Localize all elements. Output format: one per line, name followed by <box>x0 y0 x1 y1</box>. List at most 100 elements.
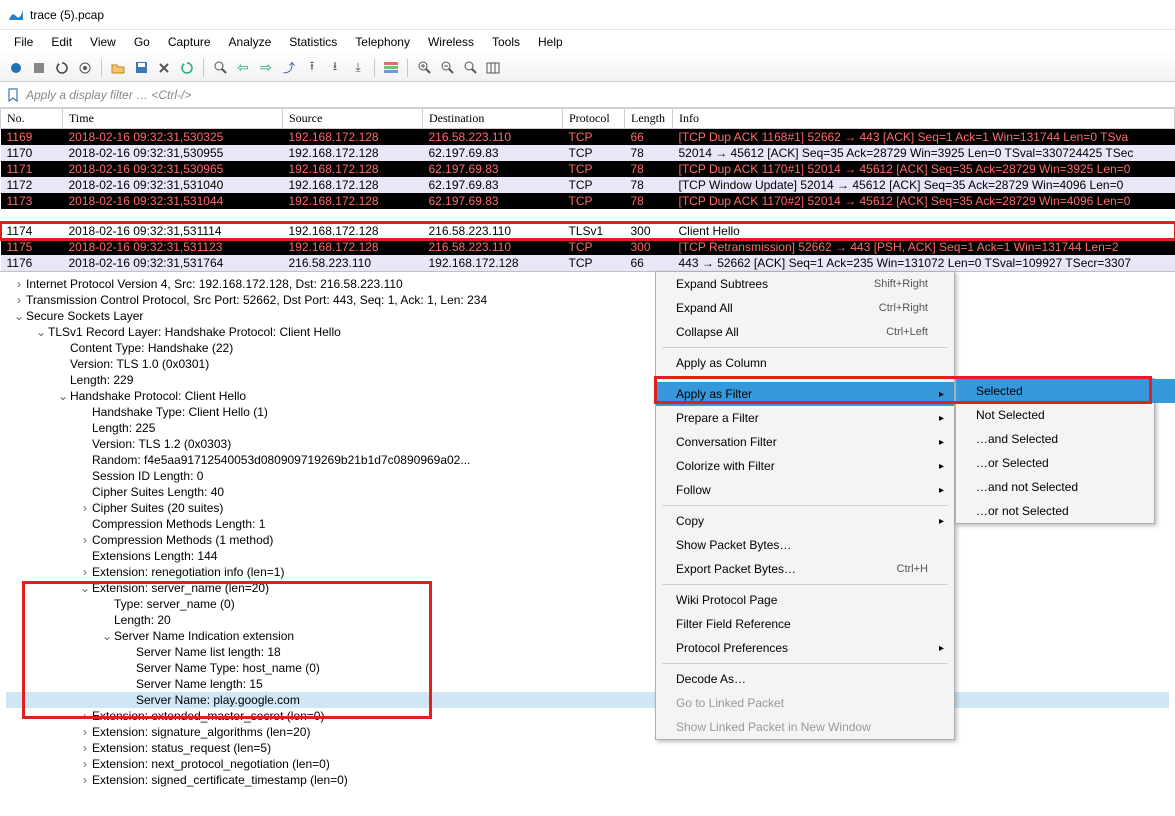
detail-line[interactable]: ›Extension: extended_master_secret (len=… <box>6 708 1169 724</box>
detail-line[interactable]: ⌄TLSv1 Record Layer: Handshake Protocol:… <box>6 324 1169 340</box>
find-packet-icon[interactable] <box>210 58 230 78</box>
menu-edit[interactable]: Edit <box>43 33 80 51</box>
detail-line[interactable]: ›Compression Methods (1 method) <box>6 532 1169 548</box>
menu-view[interactable]: View <box>82 33 124 51</box>
zoom-out-icon[interactable] <box>437 58 457 78</box>
capture-options-icon[interactable] <box>75 58 95 78</box>
packet-row[interactable]: 11742018-02-16 09:32:31,531114192.168.17… <box>1 223 1175 239</box>
column-header[interactable]: Protocol <box>563 109 625 129</box>
column-header[interactable]: Length <box>625 109 673 129</box>
menu-apply-as-filter[interactable]: Apply as Filter <box>656 382 954 406</box>
menu-wireless[interactable]: Wireless <box>420 33 482 51</box>
submenu-item[interactable]: …and not Selected <box>956 475 1175 499</box>
submenu-item[interactable]: Not Selected <box>956 403 1175 427</box>
detail-line[interactable]: ›Extension: status_request (len=5) <box>6 740 1169 756</box>
packet-row[interactable]: 11692018-02-16 09:32:31,530325192.168.17… <box>1 129 1175 146</box>
zoom-reset-icon[interactable] <box>460 58 480 78</box>
submenu-item[interactable]: Selected <box>956 379 1175 403</box>
filter-bookmark-icon[interactable] <box>4 86 22 104</box>
menu-go-linked-packet[interactable]: Go to Linked Packet <box>656 691 954 715</box>
column-header[interactable]: No. <box>1 109 63 129</box>
save-file-icon[interactable] <box>131 58 151 78</box>
detail-line[interactable]: Type: server_name (0) <box>6 596 1169 612</box>
zoom-in-icon[interactable] <box>414 58 434 78</box>
menu-export-packet-bytes[interactable]: Export Packet Bytes…Ctrl+H <box>656 557 954 581</box>
detail-line[interactable]: Version: TLS 1.0 (0x0301) <box>6 356 1169 372</box>
menu-file[interactable]: File <box>6 33 41 51</box>
colorize-packets-icon[interactable] <box>381 58 401 78</box>
detail-line[interactable]: Server Name Type: host_name (0) <box>6 660 1169 676</box>
menu-item[interactable]: Expand AllCtrl+Right <box>656 296 954 320</box>
detail-line[interactable]: ⌄Extension: server_name (len=20) <box>6 580 1169 596</box>
context-menu[interactable]: Expand SubtreesShift+RightExpand AllCtrl… <box>655 271 955 740</box>
menu-colorize-with-filter[interactable]: Colorize with Filter <box>656 454 954 478</box>
menu-item[interactable]: Expand SubtreesShift+Right <box>656 272 954 296</box>
detail-line[interactable]: ›Internet Protocol Version 4, Src: 192.1… <box>6 276 1169 292</box>
packet-row[interactable]: 11752018-02-16 09:32:31,531123192.168.17… <box>1 239 1175 255</box>
menu-apply-as-column[interactable]: Apply as Column <box>656 351 954 375</box>
menu-item[interactable]: Collapse AllCtrl+Left <box>656 320 954 344</box>
menu-follow[interactable]: Follow <box>656 478 954 502</box>
detail-line[interactable]: ›Extension: signed_certificate_timestamp… <box>6 772 1169 788</box>
go-back-icon[interactable]: ⇦ <box>233 58 253 78</box>
reload-icon[interactable] <box>177 58 197 78</box>
submenu-item[interactable]: …and Selected <box>956 427 1175 451</box>
menu-conversation-filter[interactable]: Conversation Filter <box>656 430 954 454</box>
detail-line[interactable]: ›Extension: next_protocol_negotiation (l… <box>6 756 1169 772</box>
apply-as-filter-submenu[interactable]: SelectedNot Selected…and Selected…or Sel… <box>955 378 1155 524</box>
detail-line[interactable]: ›Extension: signature_algorithms (len=20… <box>6 724 1169 740</box>
menu-prepare-filter[interactable]: Prepare a Filter <box>656 406 954 430</box>
detail-line[interactable]: Content Type: Handshake (22) <box>6 340 1169 356</box>
packet-row[interactable]: 11712018-02-16 09:32:31,530965192.168.17… <box>1 161 1175 177</box>
menu-go[interactable]: Go <box>126 33 158 51</box>
start-capture-icon[interactable] <box>6 58 26 78</box>
detail-line[interactable]: Extensions Length: 144 <box>6 548 1169 564</box>
packet-row[interactable]: 11722018-02-16 09:32:31,531040192.168.17… <box>1 177 1175 193</box>
go-to-packet-icon[interactable]: ⤴ <box>279 58 299 78</box>
packet-row[interactable]: 11762018-02-16 09:32:31,531764216.58.223… <box>1 255 1175 271</box>
detail-line[interactable]: ⌄Secure Sockets Layer <box>6 308 1169 324</box>
menu-statistics[interactable]: Statistics <box>281 33 345 51</box>
menu-show-linked-window[interactable]: Show Linked Packet in New Window <box>656 715 954 739</box>
restart-capture-icon[interactable] <box>52 58 72 78</box>
menu-field-reference[interactable]: Filter Field Reference <box>656 612 954 636</box>
auto-scroll-icon[interactable]: ⤓ <box>348 58 368 78</box>
menu-protocol-preferences[interactable]: Protocol Preferences <box>656 636 954 660</box>
display-filter-bar <box>0 82 1175 108</box>
menu-telephony[interactable]: Telephony <box>347 33 418 51</box>
menu-decode-as[interactable]: Decode As… <box>656 667 954 691</box>
menu-wiki-page[interactable]: Wiki Protocol Page <box>656 588 954 612</box>
menu-copy[interactable]: Copy <box>656 509 954 533</box>
column-header[interactable]: Info <box>673 109 1175 129</box>
detail-line[interactable]: ›Transmission Control Protocol, Src Port… <box>6 292 1169 308</box>
detail-line[interactable]: ›Extension: renegotiation info (len=1) <box>6 564 1169 580</box>
detail-line[interactable]: ⌄Server Name Indication extension <box>6 628 1169 644</box>
wireshark-icon <box>8 7 24 23</box>
column-header[interactable]: Source <box>283 109 423 129</box>
packet-details-pane[interactable]: ›Internet Protocol Version 4, Src: 192.1… <box>0 271 1175 816</box>
detail-line[interactable]: Server Name length: 15 <box>6 676 1169 692</box>
packet-row[interactable]: 11702018-02-16 09:32:31,530955192.168.17… <box>1 145 1175 161</box>
menu-analyze[interactable]: Analyze <box>221 33 280 51</box>
menu-help[interactable]: Help <box>530 33 571 51</box>
stop-capture-icon[interactable] <box>29 58 49 78</box>
packet-row[interactable]: 11732018-02-16 09:32:31,531044192.168.17… <box>1 193 1175 209</box>
close-file-icon[interactable] <box>154 58 174 78</box>
detail-line[interactable]: Length: 20 <box>6 612 1169 628</box>
detail-line[interactable]: Server Name list length: 18 <box>6 644 1169 660</box>
open-file-icon[interactable] <box>108 58 128 78</box>
go-forward-icon[interactable]: ⇨ <box>256 58 276 78</box>
submenu-item[interactable]: …or Selected <box>956 451 1175 475</box>
column-header[interactable]: Destination <box>423 109 563 129</box>
packet-list-table[interactable]: No.TimeSourceDestinationProtocolLengthIn… <box>0 108 1175 271</box>
last-packet-icon[interactable]: ⭳ <box>325 58 345 78</box>
menu-show-packet-bytes[interactable]: Show Packet Bytes… <box>656 533 954 557</box>
detail-line[interactable]: Server Name: play.google.com <box>6 692 1169 708</box>
menu-capture[interactable]: Capture <box>160 33 219 51</box>
resize-columns-icon[interactable] <box>483 58 503 78</box>
first-packet-icon[interactable]: ⭱ <box>302 58 322 78</box>
submenu-item[interactable]: …or not Selected <box>956 499 1175 523</box>
menu-tools[interactable]: Tools <box>484 33 528 51</box>
column-header[interactable]: Time <box>63 109 283 129</box>
display-filter-input[interactable] <box>22 85 1171 105</box>
